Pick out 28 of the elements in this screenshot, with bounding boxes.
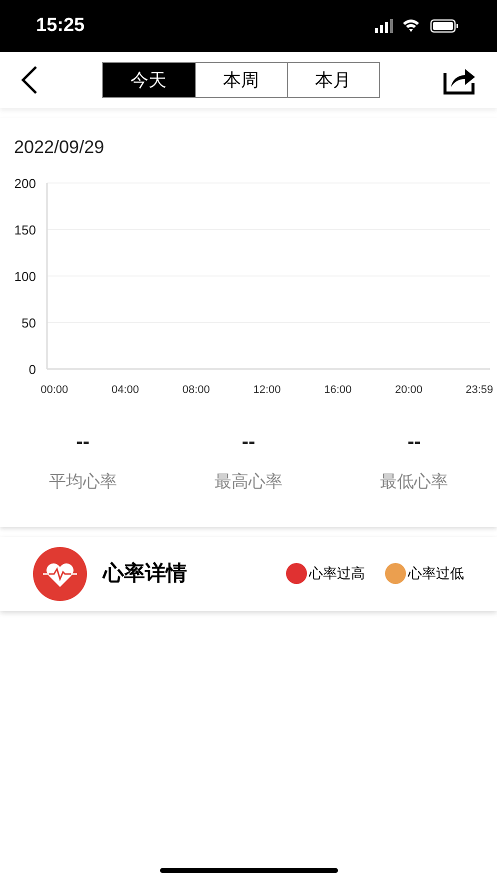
wifi-icon [403,20,419,32]
axis-label: 0 [28,362,36,377]
axis-label: 04:00 [112,384,140,396]
signal-icon [375,19,393,33]
axis-label: 08:00 [182,384,210,396]
axis-label: 150 [14,222,36,238]
legend-label: 心率过低 [408,564,464,583]
stat-label: 最低心率 [380,471,448,493]
stat-value: -- [408,430,421,455]
legend-label: 心率过高 [309,564,365,583]
axis-label: 16:00 [324,384,352,396]
axis-label: 200 [14,176,36,191]
back-icon[interactable] [20,65,38,95]
period-tab[interactable]: 今天 [102,63,194,97]
axis-label: 100 [14,269,36,284]
status-time: 15:25 [36,14,85,38]
axis-label: 00:00 [40,384,68,396]
axis-label: 50 [22,316,36,330]
stat-value: -- [76,430,90,455]
stat-label: 平均心率 [48,471,117,493]
stat-value: -- [242,430,256,455]
battery-icon [430,19,458,33]
axis-label: 20:00 [395,384,423,396]
axis-label: 23:59 [466,384,494,396]
date-label: 2022/09/29 [14,137,104,157]
details-title: 心率详情 [103,560,187,587]
axis-label: 12:00 [253,384,281,396]
stat-label: 最高心率 [214,471,282,493]
